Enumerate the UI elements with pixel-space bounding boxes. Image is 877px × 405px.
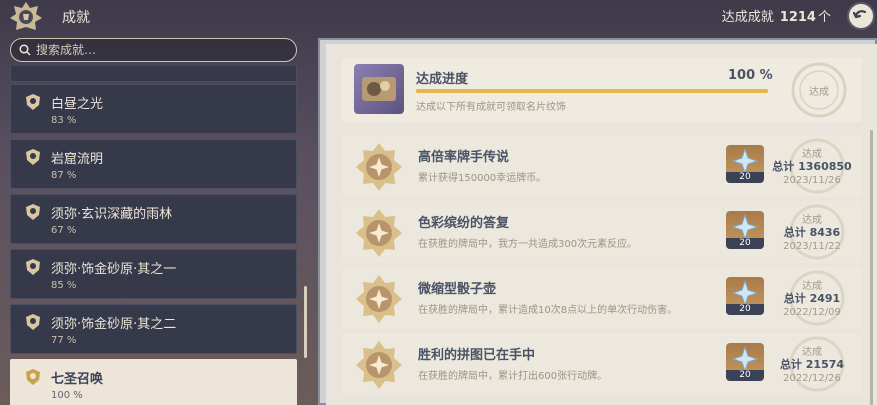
achievement-emblem-icon: [6, 0, 46, 34]
reward-item[interactable]: 20: [726, 343, 764, 381]
progress-bar: [416, 89, 768, 93]
category-percent: 87 %: [51, 170, 77, 181]
page-title: 成就: [62, 10, 90, 26]
achievement-description: 在获胜的牌局中，累计打出600张行动牌。: [418, 371, 608, 382]
category-badge-icon: [26, 94, 40, 110]
progress-card: 达成进度 100 % 达成以下所有成就可领取名片纹饰 达成: [342, 58, 862, 122]
achievement-description: 在获胜的牌局中，我方一共造成300次元素反应。: [418, 239, 638, 250]
achievement-title: 色彩缤纷的答复: [418, 216, 510, 231]
achievement-date: 2022/12/26: [783, 373, 841, 384]
namecard-image-icon: [362, 77, 396, 101]
category-badge-icon: [26, 149, 40, 165]
primogem-icon: [732, 346, 758, 372]
achievement-title: 高倍率牌手传说: [418, 150, 510, 165]
reward-item[interactable]: 20: [726, 277, 764, 315]
category-percent: 100 %: [51, 390, 83, 401]
achievement-date: 2022/12/09: [783, 307, 841, 318]
category-badge-icon: [26, 204, 40, 220]
category-badge-icon: [26, 259, 40, 275]
search-icon: [19, 44, 31, 56]
category-item[interactable]: 白昼之光 83 %: [10, 84, 297, 134]
search-input[interactable]: [36, 43, 276, 57]
achievement-row: 胜利的拼图已在手中 在获胜的牌局中，累计打出600张行动牌。 20 达成 总计 …: [342, 333, 862, 395]
achievement-total-unit: 个: [817, 10, 831, 25]
achievement-description: 累计获得150000幸运牌币。: [418, 173, 547, 184]
reward-quantity: 20: [726, 370, 764, 381]
category-badge-icon: [26, 369, 40, 385]
category-name: 须弥·玄识深藏的雨林: [51, 207, 173, 222]
back-button[interactable]: [847, 2, 875, 30]
achievement-date: 2023/11/22: [783, 241, 841, 252]
category-item[interactable]: 须弥·玄识深藏的雨林 67 %: [10, 194, 297, 244]
reward-item[interactable]: 20: [726, 145, 764, 183]
achievement-total-progress: 总计 2491: [783, 292, 841, 305]
gold-medal-icon: [356, 143, 402, 191]
namecard-reward-thumbnail[interactable]: [354, 64, 404, 114]
category-name: 岩窟流明: [51, 152, 104, 167]
achievement-scrollbar[interactable]: [870, 130, 873, 405]
category-list: 白昼之光 83 % 岩窟流明 87 % 须弥·玄识深藏的雨林 67 % 须弥·饰…: [8, 66, 298, 405]
achievement-total-count: 1214: [779, 10, 816, 25]
category-item[interactable]: 须弥·饰金砂原·其之一 85 %: [10, 249, 297, 299]
progress-description: 达成以下所有成就可领取名片纹饰: [416, 102, 566, 113]
achievement-total-progress: 总计 8436: [783, 226, 841, 239]
category-percent: 83 %: [51, 115, 77, 126]
category-badge-icon: [26, 314, 40, 330]
category-percent: 85 %: [51, 280, 77, 291]
achievement-title: 微缩型骰子壶: [418, 282, 497, 297]
achievement-total: 达成成就 1214 个: [722, 6, 831, 25]
gold-medal-icon: [356, 341, 402, 389]
progress-bar-fill: [416, 89, 768, 93]
category-item-selected[interactable]: 七圣召唤 100 %: [10, 359, 297, 405]
achievement-row: 微缩型骰子壶 在获胜的牌局中，累计造成10次8点以上的单次行动伤害。 20 达成…: [342, 267, 862, 329]
category-name: 七圣召唤: [51, 372, 104, 387]
category-percent: 77 %: [51, 335, 77, 346]
search-box[interactable]: [10, 38, 297, 62]
achievement-description: 在获胜的牌局中，累计造成10次8点以上的单次行动伤害。: [418, 305, 678, 316]
completed-stamp: 达成: [784, 59, 854, 121]
reward-quantity: 20: [726, 238, 764, 249]
achievement-title: 胜利的拼图已在手中: [418, 348, 536, 363]
gold-medal-icon: [356, 275, 402, 323]
reward-quantity: 20: [726, 172, 764, 183]
primogem-icon: [732, 214, 758, 240]
primogem-icon: [732, 280, 758, 306]
achievement-row: 高倍率牌手传说 累计获得150000幸运牌币。 20 达成 总计 1360850…: [342, 135, 862, 197]
category-name: 须弥·饰金砂原·其之一: [51, 262, 177, 277]
achievement-date: 2023/11/26: [783, 175, 841, 186]
category-item-partial[interactable]: [10, 66, 297, 82]
progress-percent: 100 %: [728, 68, 773, 83]
achievement-row: 色彩缤纷的答复 在获胜的牌局中，我方一共造成300次元素反应。 20 达成 总计…: [342, 201, 862, 263]
progress-title: 达成进度: [416, 72, 469, 87]
reward-item[interactable]: 20: [726, 211, 764, 249]
category-name: 白昼之光: [51, 97, 104, 112]
gold-medal-icon: [356, 209, 402, 257]
achievement-total-progress: 总计 21574: [779, 358, 845, 371]
category-scrollbar[interactable]: [304, 286, 307, 358]
reward-quantity: 20: [726, 304, 764, 315]
category-percent: 67 %: [51, 225, 77, 236]
back-arrow-icon: [852, 10, 867, 19]
stamp-label: 达成: [809, 86, 829, 98]
achievement-total-label: 达成成就: [721, 10, 774, 25]
category-name: 须弥·饰金砂原·其之二: [51, 317, 177, 332]
achievement-total-progress: 总计 1360850: [772, 160, 852, 173]
category-item[interactable]: 须弥·饰金砂原·其之二 77 %: [10, 304, 297, 354]
category-item[interactable]: 岩窟流明 87 %: [10, 139, 297, 189]
primogem-icon: [732, 148, 758, 174]
top-bar: 成就 达成成就 1214 个: [0, 0, 877, 36]
